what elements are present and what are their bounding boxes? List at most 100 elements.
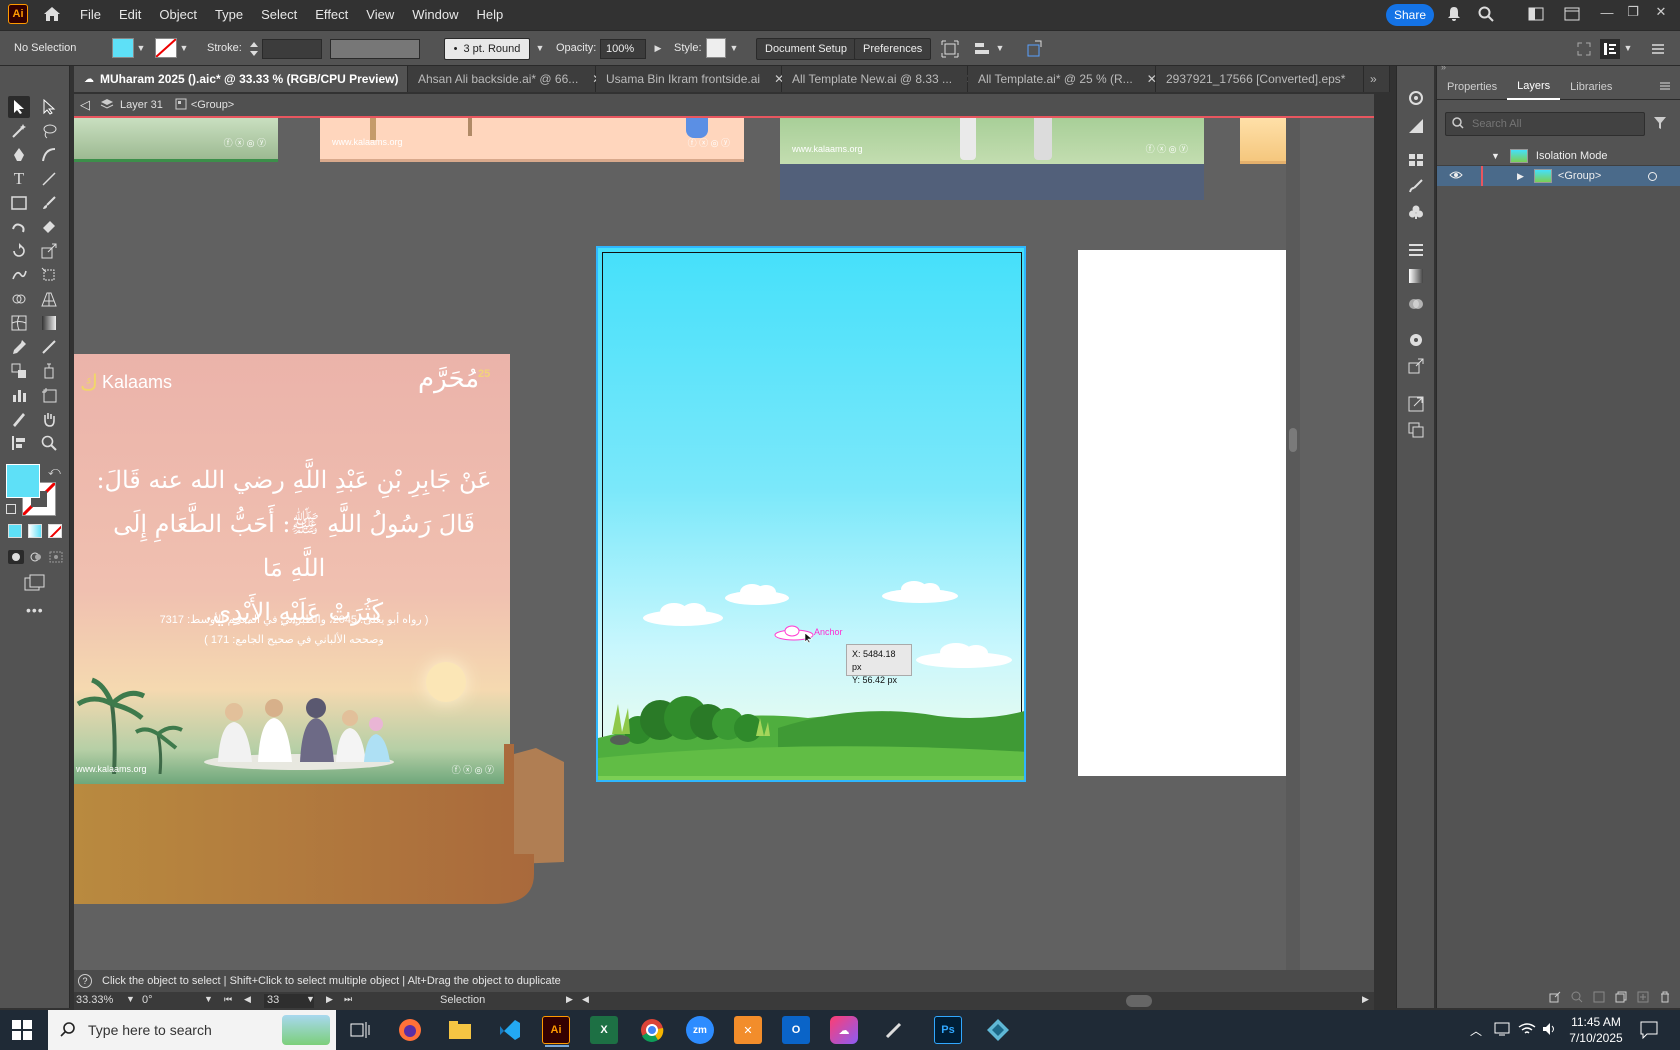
search-icon[interactable] (1476, 4, 1496, 24)
restore-icon[interactable]: ❐ (1618, 2, 1648, 22)
artboards-panel-icon[interactable] (1406, 420, 1426, 440)
document-setup-button[interactable]: Document Setup (756, 38, 856, 60)
stroke-weight-field[interactable] (262, 39, 322, 59)
zoom-meetings-icon[interactable]: zm (686, 1016, 714, 1044)
stroke-swatch[interactable] (155, 38, 177, 58)
firefox-icon[interactable] (396, 1016, 424, 1044)
magic-wand-tool-icon[interactable] (8, 120, 30, 142)
curvature-tool-icon[interactable] (38, 144, 60, 166)
gradient-mode-icon[interactable] (28, 524, 42, 538)
selection-tool-icon[interactable] (8, 96, 30, 118)
artboard-tool-icon[interactable] (38, 384, 60, 406)
draw-behind-icon[interactable] (28, 550, 44, 564)
eyedropper-tool-icon[interactable] (8, 336, 30, 358)
draw-inside-icon[interactable] (48, 550, 64, 564)
paintbrush-tool-icon[interactable] (38, 192, 60, 214)
free-transform-tool-icon[interactable] (38, 264, 60, 286)
pen-tool-icon[interactable] (8, 144, 30, 166)
new-layer-icon[interactable] (1637, 991, 1649, 1006)
first-artboard-icon[interactable]: ⏮ (224, 994, 232, 1005)
vscode-icon[interactable] (496, 1016, 524, 1044)
outlook-icon[interactable]: O (782, 1016, 810, 1044)
blend-tool-icon[interactable] (8, 360, 30, 382)
chrome-icon[interactable] (638, 1016, 666, 1044)
share-button[interactable]: Share (1386, 4, 1434, 26)
windows-start-icon[interactable] (12, 1020, 32, 1043)
panel-menu-icon[interactable] (1659, 80, 1671, 94)
locate-object-icon[interactable] (1571, 991, 1583, 1006)
graphic-styles-icon[interactable] (1406, 116, 1426, 136)
tab-properties[interactable]: Properties (1437, 74, 1507, 100)
graphic-style-swatch[interactable] (706, 38, 726, 58)
artboard-thumbnail-4[interactable] (1240, 118, 1286, 164)
fill-color-box[interactable] (6, 464, 40, 498)
notification-icon[interactable] (1640, 1021, 1658, 1042)
menu-object[interactable]: Object (159, 7, 197, 22)
none-mode-icon[interactable] (48, 524, 62, 538)
fill-swatch[interactable] (112, 38, 134, 58)
menu-window[interactable]: Window (412, 7, 458, 22)
shaper-tool-icon[interactable] (8, 216, 30, 238)
fit-artboard-icon[interactable] (940, 39, 960, 59)
bell-icon[interactable] (1444, 4, 1464, 24)
previous-artboard-icon[interactable]: ◀ (244, 994, 251, 1005)
slice-tool-icon[interactable] (8, 408, 30, 430)
rotate-tool-icon[interactable] (8, 240, 30, 262)
group-layer-row[interactable]: ▶ <Group> (1437, 166, 1680, 186)
color-guide-icon[interactable] (1406, 330, 1426, 350)
creative-cloud-icon[interactable]: ☁ (830, 1016, 858, 1044)
rectangle-tool-icon[interactable] (8, 192, 30, 214)
artboard-thumbnail-3[interactable]: www.kalaams.org ⓕ ⓧ ◎ ⓨ (780, 118, 1204, 200)
tab-all-template[interactable]: All Template.ai* @ 25 % (R... ✕ (968, 66, 1157, 92)
volume-icon[interactable] (1542, 1022, 1558, 1039)
home-icon[interactable] (40, 2, 64, 26)
stroke-stepper-icon[interactable] (244, 39, 264, 59)
chevron-down-icon[interactable]: ▼ (728, 41, 740, 55)
taskbar-search-box[interactable]: Type here to search (48, 1010, 336, 1050)
breadcrumb-group[interactable]: <Group> (191, 99, 234, 111)
transparency-icon[interactable] (1406, 294, 1426, 314)
column-graph-tool-icon[interactable] (8, 384, 30, 406)
filter-icon[interactable] (1653, 116, 1667, 133)
artboard-thumbnail-1[interactable]: ⓕ ⓧ ◎ ⓨ (74, 118, 278, 162)
kalaams-muharram-poster[interactable]: ك Kalaams مُحَرَّم 25 عَنْ جَابِرِ بْنِ … (74, 354, 510, 784)
breadcrumb-layer[interactable]: Layer 31 (120, 99, 163, 111)
gradient-panel-icon[interactable] (1406, 266, 1426, 286)
chevron-right-icon[interactable]: ▶ (652, 41, 664, 55)
menu-help[interactable]: Help (476, 7, 503, 22)
trash-icon[interactable] (1659, 991, 1671, 1006)
layer-search-input[interactable] (1472, 118, 1632, 130)
perspective-grid-tool-icon[interactable] (38, 288, 60, 310)
edit-toolbar-icon[interactable]: ••• (26, 602, 44, 618)
measure-tool-icon[interactable] (38, 336, 60, 358)
gradient-tool-icon[interactable] (38, 312, 60, 334)
eye-icon[interactable] (1449, 170, 1463, 183)
chevron-down-icon[interactable]: ▼ (178, 41, 190, 55)
network-icon[interactable] (1494, 1022, 1512, 1039)
hand-tool-icon[interactable] (38, 408, 60, 430)
taskbar-clock[interactable]: 11:45 AM 7/10/2025 (1566, 1014, 1626, 1046)
vertical-scrollbar[interactable] (1286, 118, 1300, 970)
help-icon[interactable]: ? (78, 974, 92, 988)
chevron-down-icon[interactable]: ▼ (994, 41, 1006, 55)
transform-icon[interactable] (1024, 39, 1044, 59)
chevron-down-icon[interactable]: ▼ (1622, 41, 1634, 55)
opacity-field[interactable]: 100% (600, 39, 646, 59)
export-assets-icon[interactable] (1406, 356, 1426, 376)
preferences-button[interactable]: Preferences (854, 38, 932, 60)
scroll-right-icon[interactable]: ▶ (1362, 994, 1369, 1005)
menu-edit[interactable]: Edit (119, 7, 141, 22)
workspace-icon[interactable] (1526, 4, 1546, 24)
menu-select[interactable]: Select (261, 7, 297, 22)
chevron-right-icon[interactable]: ▶ (566, 994, 573, 1005)
symbol-sprayer-tool-icon[interactable] (38, 360, 60, 382)
main-artboard-sky[interactable]: Anchor X: 5484.18 px Y: 56.42 px (596, 246, 1026, 782)
symbols-icon[interactable] (1406, 202, 1426, 222)
chevron-down-icon[interactable]: ▼ (306, 994, 315, 1004)
chevron-down-icon[interactable]: ▼ (1491, 151, 1500, 161)
pen-tablet-icon[interactable] (880, 1016, 908, 1044)
default-colors-icon[interactable] (6, 504, 16, 514)
tab-all-template-new[interactable]: All Template New.ai @ 8.33 ... ✕ (782, 66, 976, 92)
excel-icon[interactable]: X (590, 1016, 618, 1044)
warp-tool-icon[interactable] (8, 264, 30, 286)
